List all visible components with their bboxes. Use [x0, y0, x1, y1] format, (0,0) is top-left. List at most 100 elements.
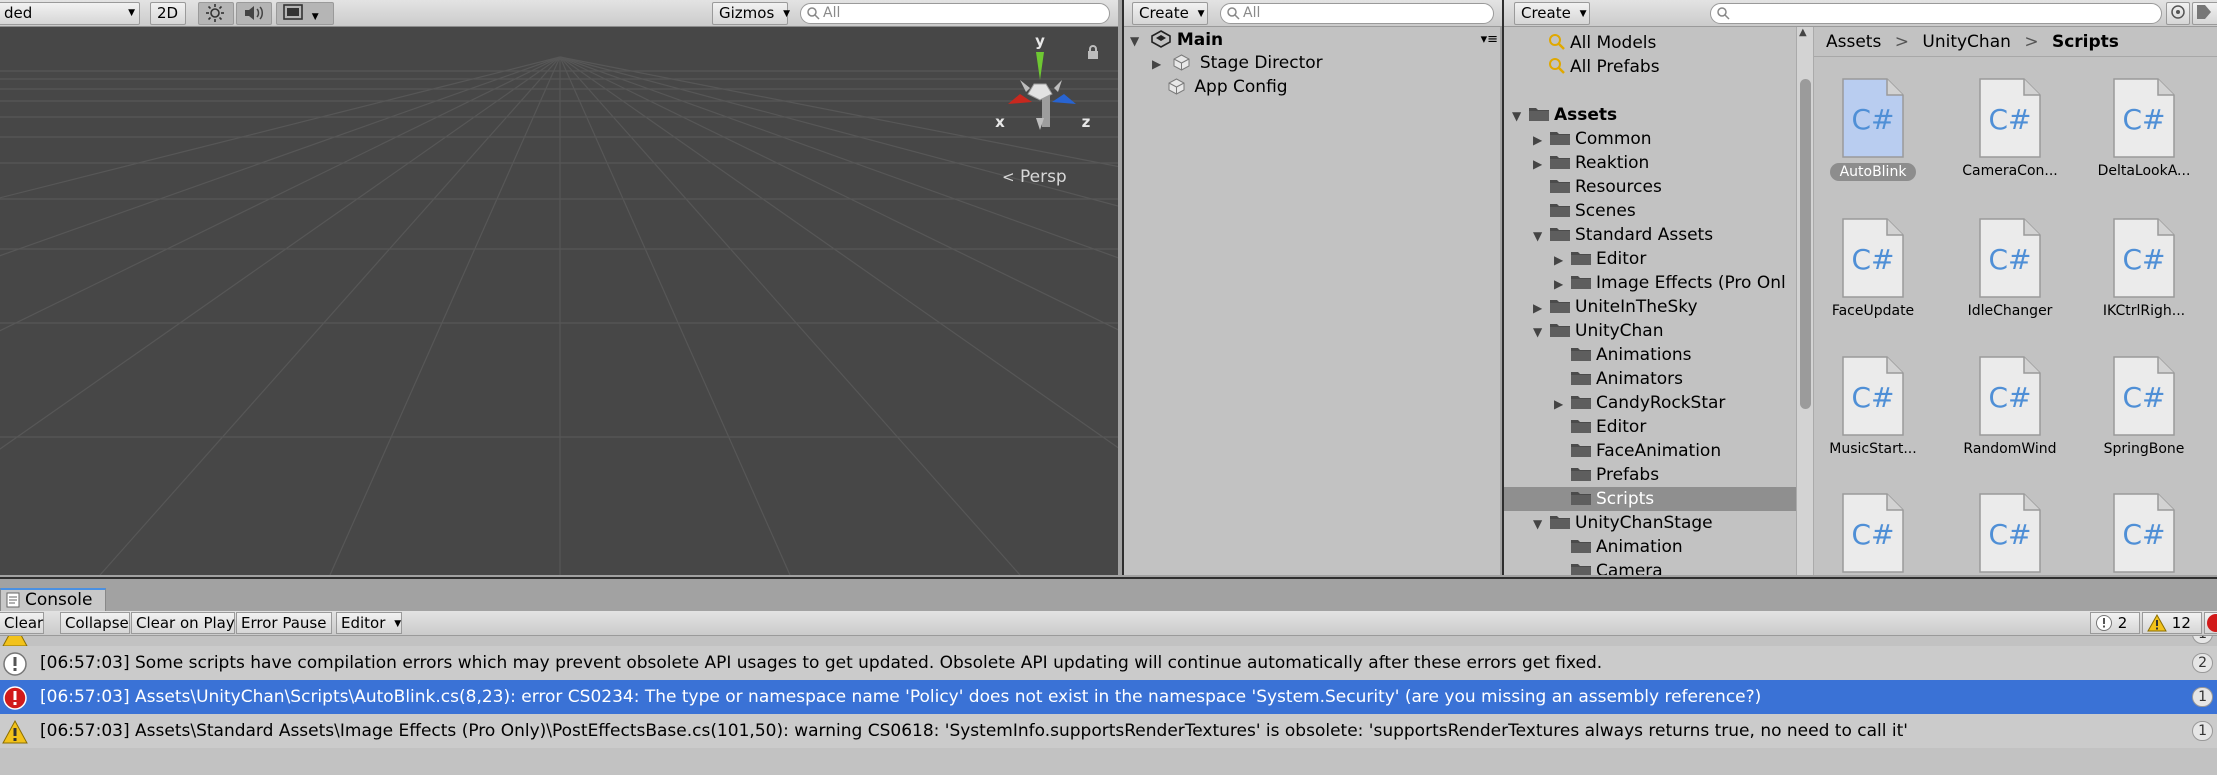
- warning-icon: [2147, 613, 2167, 632]
- scene-toolbar: ded ▼ 2D ▼ Gizmos ▼ All: [0, 0, 1118, 27]
- folder-item[interactable]: Animators: [1504, 367, 1796, 391]
- collapsed-arrow-icon[interactable]: ▶: [1554, 248, 1570, 272]
- 2d-toggle[interactable]: 2D: [150, 2, 186, 25]
- favorite-item[interactable]: All Models: [1548, 31, 1656, 55]
- favorite-item[interactable]: All Prefabs: [1548, 55, 1660, 79]
- collapsed-arrow-icon[interactable]: ▶: [1533, 128, 1549, 152]
- folder-item[interactable]: ▶ CandyRockStar: [1504, 391, 1796, 415]
- shading-mode-dropdown[interactable]: ded ▼: [0, 2, 140, 25]
- log-row[interactable]: [06:57:03] Assets\Standard Assets\Image …: [0, 714, 2217, 748]
- collapsed-arrow-icon[interactable]: ▶: [1554, 392, 1570, 416]
- folder-item[interactable]: Resources: [1504, 175, 1796, 199]
- script-asset[interactable]: C#: [1818, 492, 1928, 575]
- hierarchy-item-label: Stage Director: [1199, 53, 1323, 73]
- hierarchy-item[interactable]: ▶ Stage Director: [1152, 51, 1323, 75]
- folder-item[interactable]: Animation: [1504, 535, 1796, 559]
- project-folder-tree[interactable]: All Models All Prefabs ▼ Assets ▶ Common ▶ Reak…: [1504, 27, 1796, 575]
- console-icon: [6, 592, 20, 608]
- folder-item-label: Editor: [1596, 417, 1647, 437]
- lock-icon[interactable]: [1086, 44, 1100, 60]
- toggle-warnings-button[interactable]: 12: [2142, 612, 2202, 634]
- folder-item[interactable]: ▶ Editor: [1504, 247, 1796, 271]
- script-asset[interactable]: C#: [1955, 492, 2065, 575]
- breadcrumb-item[interactable]: Assets: [1826, 32, 1881, 52]
- folder-item[interactable]: ▶ Reaktion: [1504, 151, 1796, 175]
- folder-item-selected[interactable]: Scripts: [1504, 487, 1796, 511]
- scroll-up-icon[interactable]: ▲: [1799, 27, 1807, 38]
- script-asset[interactable]: C# MusicStart...: [1818, 355, 1928, 457]
- project-create-dropdown[interactable]: Create ▼: [1514, 2, 1590, 25]
- hierarchy-panel: Create ▼ All ▼ Main ▾≡ ▶ Stage Director …: [1122, 0, 1502, 575]
- effects-dropdown[interactable]: ▼: [276, 2, 334, 25]
- collapse-button[interactable]: Collapse: [60, 612, 130, 634]
- csharp-script-icon: C#: [1842, 493, 1904, 573]
- projection-toggle[interactable]: < Persp: [1002, 167, 1067, 187]
- folder-item[interactable]: Scenes: [1504, 199, 1796, 223]
- chevron-down-icon: ▼: [783, 9, 790, 19]
- script-glyph: C#: [1851, 518, 1894, 551]
- audio-toggle[interactable]: [236, 2, 272, 25]
- toggle-info-button[interactable]: 2: [2090, 612, 2140, 634]
- toggle-errors-button[interactable]: [2204, 612, 2217, 634]
- folder-item[interactable]: ▶ Common: [1504, 127, 1796, 151]
- script-asset[interactable]: C# DeltaLookA...: [2089, 77, 2199, 179]
- script-asset[interactable]: C# IKCtrlRigh...: [2089, 217, 2199, 319]
- project-tree-scrollbar[interactable]: ▲: [1796, 27, 1814, 575]
- error-pause-button[interactable]: Error Pause: [236, 612, 332, 634]
- folder-item[interactable]: Camera: [1504, 559, 1796, 575]
- breadcrumb-separator-icon: >: [2024, 32, 2039, 52]
- script-glyph: C#: [1988, 381, 2031, 414]
- collapsed-arrow-icon[interactable]: ▶: [1554, 272, 1570, 296]
- hierarchy-item[interactable]: App Config: [1168, 75, 1288, 99]
- folder-item[interactable]: ▼ Standard Assets: [1504, 223, 1796, 247]
- folder-item[interactable]: FaceAnimation: [1504, 439, 1796, 463]
- folder-item[interactable]: ▼ Assets: [1504, 103, 1796, 127]
- hierarchy-create-dropdown[interactable]: Create ▼: [1132, 2, 1208, 25]
- script-asset-label: IKCtrlRigh...: [2102, 303, 2186, 319]
- script-asset[interactable]: C# FaceUpdate: [1818, 217, 1928, 319]
- hierarchy-toolbar: Create ▼ All: [1124, 0, 1502, 27]
- folder-item[interactable]: ▶ Image Effects (Pro Onl: [1504, 271, 1796, 295]
- expanded-arrow-icon[interactable]: ▼: [1533, 320, 1549, 344]
- scene-search-input[interactable]: All: [800, 3, 1110, 24]
- expanded-arrow-icon[interactable]: ▼: [1533, 224, 1549, 248]
- editor-dropdown[interactable]: Editor ▼: [336, 612, 402, 634]
- expanded-arrow-icon[interactable]: ▼: [1533, 512, 1549, 536]
- gizmos-dropdown[interactable]: Gizmos ▼: [712, 2, 790, 25]
- breadcrumb-item[interactable]: UnityChan: [1922, 32, 2011, 52]
- breadcrumb-item[interactable]: Scripts: [2052, 32, 2119, 52]
- folder-item-label: FaceAnimation: [1596, 441, 1722, 461]
- scene-menu-icon[interactable]: ▾≡: [1481, 28, 1498, 52]
- log-row-selected[interactable]: [06:57:03] Assets\UnityChan\Scripts\Auto…: [0, 680, 2217, 714]
- script-asset[interactable]: C# IdleChanger: [1955, 217, 2065, 319]
- tab-console[interactable]: Console: [0, 588, 106, 611]
- filter-by-label-button[interactable]: [2192, 2, 2217, 25]
- folder-item[interactable]: ▶ UniteInTheSky: [1504, 295, 1796, 319]
- scene-view[interactable]: ded ▼ 2D ▼ Gizmos ▼ All y x z < Persp: [0, 0, 1118, 575]
- hierarchy-search-input[interactable]: All: [1220, 3, 1494, 24]
- filter-by-type-button[interactable]: [2166, 2, 2190, 25]
- script-asset[interactable]: C# SpringBone: [2089, 355, 2199, 457]
- scrollbar-thumb[interactable]: [1800, 79, 1811, 409]
- log-row[interactable]: [06:57:03] Some scripts have compilation…: [0, 646, 2217, 680]
- folder-item[interactable]: Editor: [1504, 415, 1796, 439]
- folder-item-label: Reaktion: [1575, 153, 1650, 173]
- folder-item[interactable]: Animations: [1504, 343, 1796, 367]
- expanded-arrow-icon[interactable]: ▼: [1512, 104, 1528, 128]
- scene-row-main[interactable]: ▼ Main ▾≡: [1130, 28, 1500, 52]
- folder-item[interactable]: ▼ UnityChan: [1504, 319, 1796, 343]
- lighting-toggle[interactable]: [198, 2, 234, 25]
- collapsed-arrow-icon[interactable]: ▶: [1533, 296, 1549, 320]
- script-asset-selected[interactable]: C# AutoBlink: [1818, 77, 1928, 186]
- project-search-input[interactable]: [1710, 3, 2162, 24]
- script-asset[interactable]: C# RandomWind: [1955, 355, 2065, 457]
- clear-button[interactable]: Clear: [0, 612, 44, 634]
- clear-on-play-button[interactable]: Clear on Play: [131, 612, 235, 634]
- folder-item[interactable]: ▼ UnityChanStage: [1504, 511, 1796, 535]
- script-asset[interactable]: C# CameraCon...: [1955, 77, 2065, 179]
- folder-item-label: Image Effects (Pro Onl: [1596, 273, 1786, 293]
- script-asset[interactable]: C#: [2089, 492, 2199, 575]
- log-row-partial[interactable]: 1: [0, 636, 2217, 646]
- folder-item[interactable]: Prefabs: [1504, 463, 1796, 487]
- collapsed-arrow-icon[interactable]: ▶: [1533, 152, 1549, 176]
